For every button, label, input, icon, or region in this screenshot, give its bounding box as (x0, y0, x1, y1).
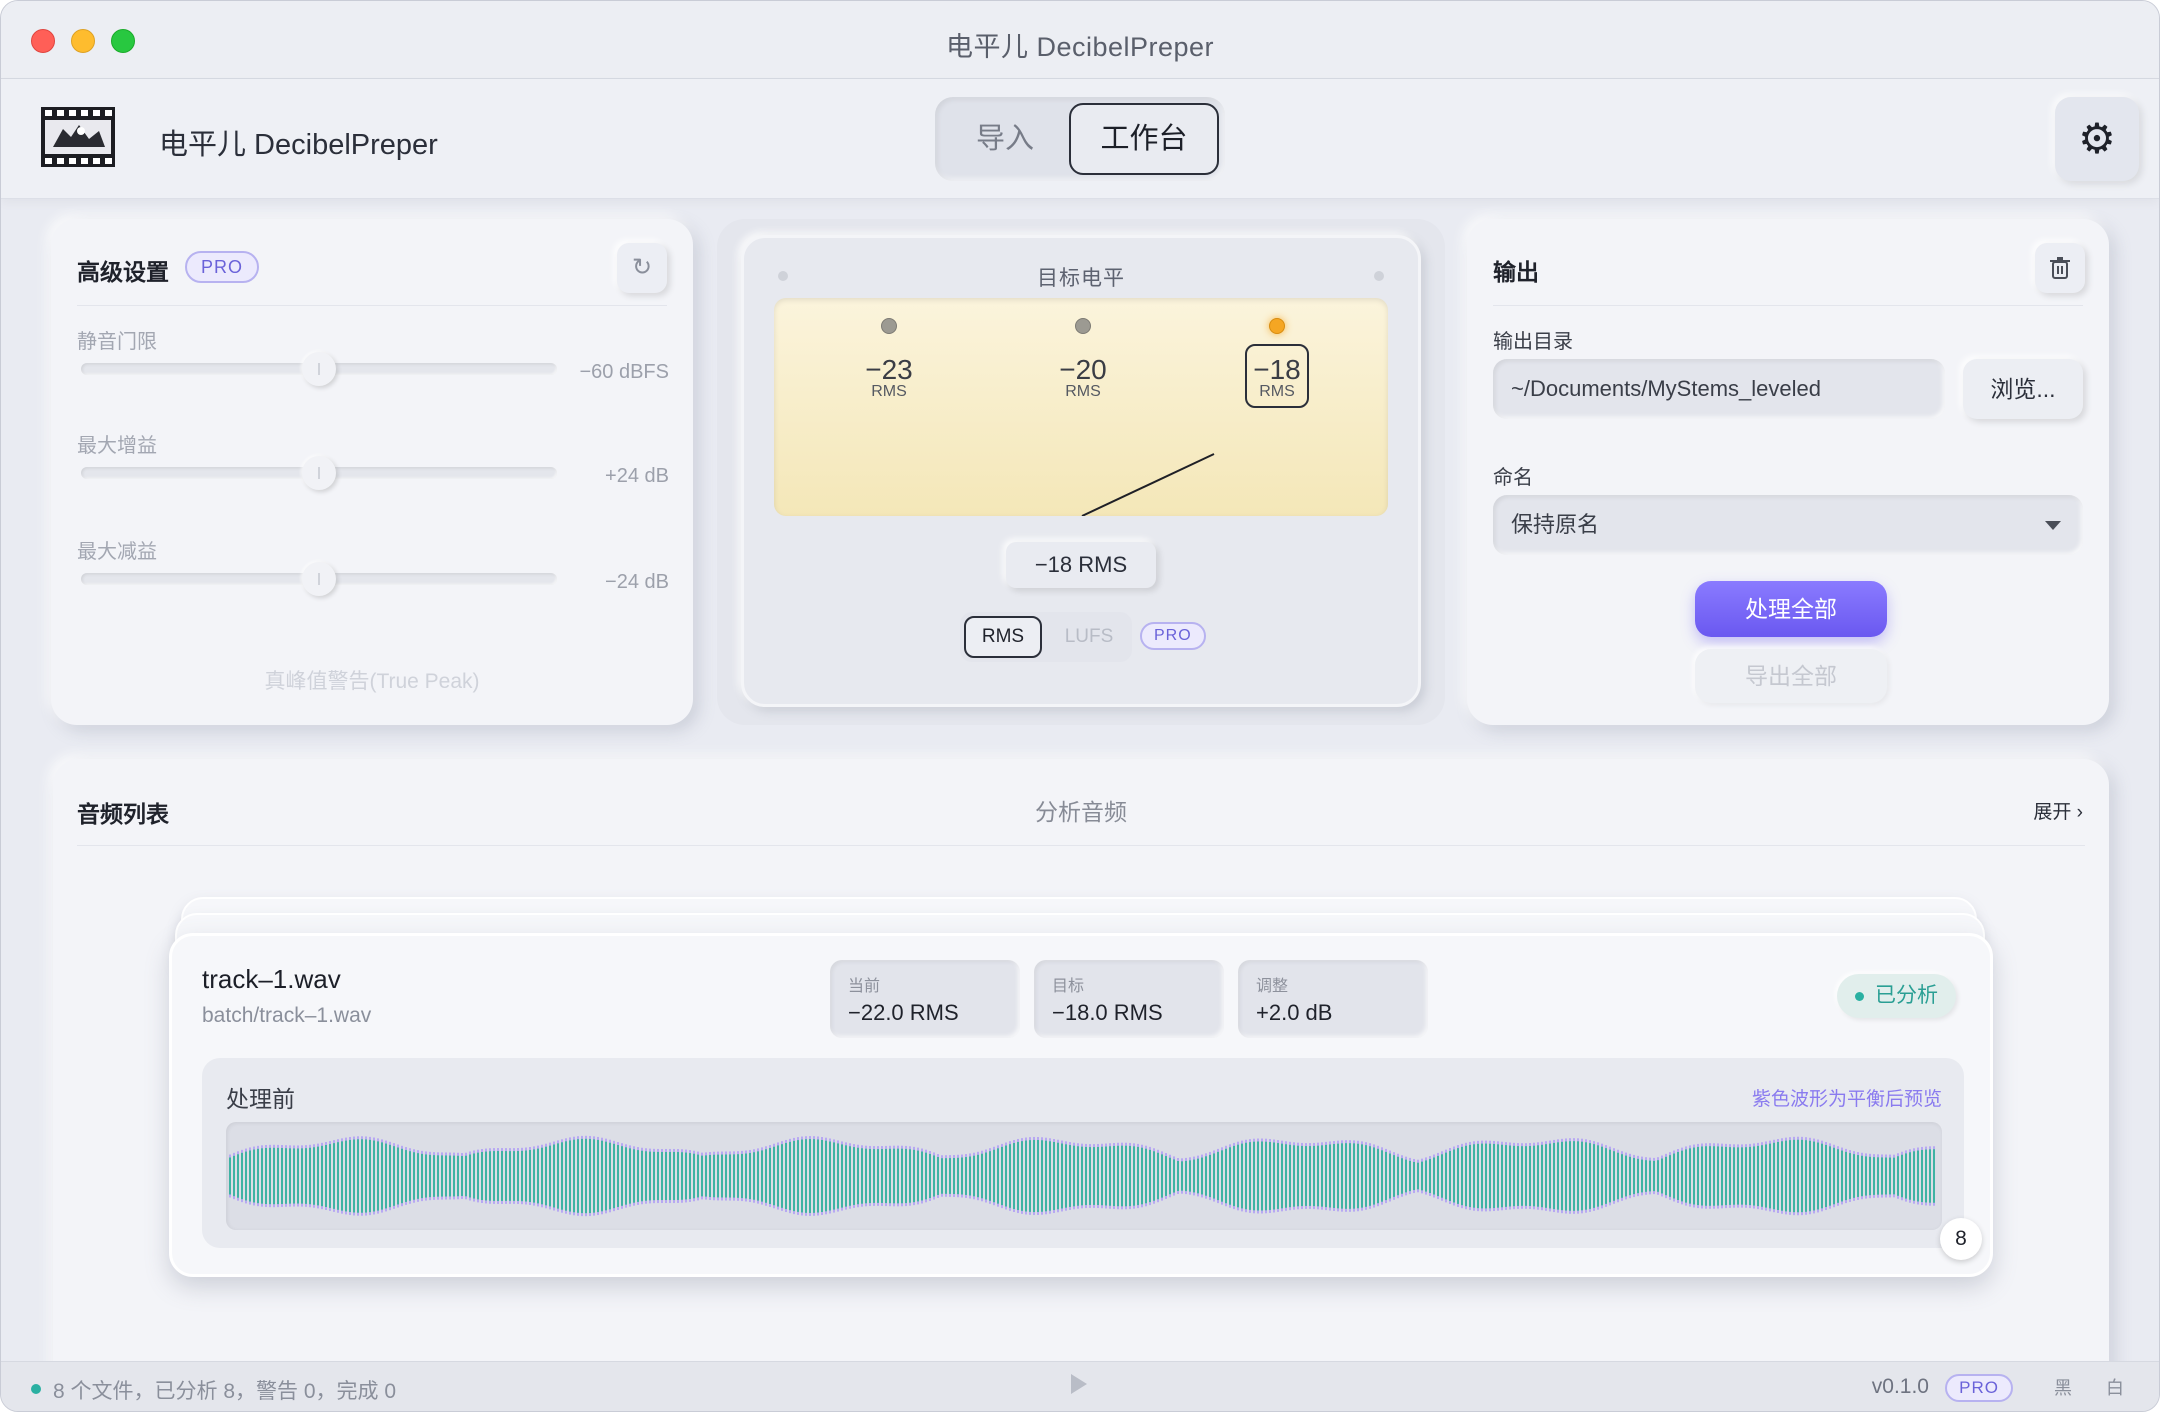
mode-rms-button[interactable]: RMS (964, 616, 1042, 658)
status-dot (1855, 992, 1864, 1001)
advanced-settings-panel: 高级设置 PRO ↻ 静音门限 −60 dBFS 最大增益 +24 dB 最大减… (51, 219, 693, 725)
app-header: 电平儿 DecibelPreper 导入 工作台 ⚙ (1, 79, 2159, 199)
max-cut-value: −24 dB (605, 571, 669, 593)
adjustment-stat: 调整 +2.0 dB (1238, 960, 1428, 1038)
window-title: 电平儿 DecibelPreper (945, 32, 1215, 62)
output-title: 输出 (1493, 259, 1539, 285)
divider (77, 305, 667, 306)
silence-threshold-value: −60 dBFS (579, 361, 669, 383)
view-tabs: 导入 工作台 (935, 97, 1225, 181)
divider (1493, 305, 2083, 306)
waveform[interactable] (226, 1122, 1942, 1230)
expand-link[interactable]: 展开 › (2033, 797, 2083, 824)
waveform-panel: 处理前 紫色波形为平衡后预览 (202, 1058, 1964, 1248)
waveform-title: 处理前 (226, 1086, 295, 1112)
silence-threshold-slider[interactable] (81, 352, 557, 386)
play-icon[interactable] (1071, 1374, 1087, 1394)
max-gain-slider[interactable] (81, 456, 557, 490)
mode-lufs-button[interactable]: LUFS (1050, 616, 1128, 658)
theme-dark-button[interactable]: 黑 (2043, 1372, 2083, 1404)
waveform-note: 紫色波形为平衡后预览 (1751, 1089, 1942, 1110)
pro-badge: PRO (1945, 1374, 2013, 1402)
status-badge: 已分析 (1837, 974, 1956, 1018)
vu-meter: 目标电平 −23 RMS −20 RMS −18 RMS −18 RMS RMS… (741, 235, 1421, 707)
track-path: batch/track–1.wav (202, 1004, 372, 1027)
clear-button[interactable] (2035, 243, 2085, 293)
tab-import[interactable]: 导入 (943, 103, 1067, 175)
meter-needle (1081, 453, 1215, 516)
file-count-badge: 8 (1940, 1218, 1982, 1260)
target-readout: −18 RMS (1006, 542, 1156, 588)
reset-icon: ↻ (631, 254, 653, 281)
status-bar: 8 个文件，已分析 8，警告 0，完成 0 v0.1.0 PRO 黑 白 (1, 1361, 2159, 1411)
slider-thumb[interactable] (302, 456, 336, 490)
target-level-title: 目标电平 (1037, 267, 1125, 290)
settings-button[interactable]: ⚙ (2055, 97, 2139, 181)
stat-value: −18.0 RMS (1052, 1000, 1163, 1025)
status-dot (31, 1384, 41, 1394)
process-all-button[interactable]: 处理全部 (1695, 581, 1887, 637)
stat-label: 调整 (1256, 978, 1289, 995)
gear-icon: ⚙ (2078, 115, 2116, 162)
measure-mode-toggle: RMS LUFS (960, 612, 1132, 662)
stat-label: 目标 (1052, 978, 1085, 995)
analyze-audio-label: 分析音频 (1035, 799, 1127, 825)
reset-button[interactable]: ↻ (617, 243, 667, 293)
slider-thumb[interactable] (302, 562, 336, 596)
film-logo-icon (41, 107, 115, 167)
stat-label: 当前 (848, 978, 881, 995)
title-bar: 电平儿 DecibelPreper (1, 1, 2159, 79)
browse-button[interactable]: 浏览... (1963, 359, 2083, 419)
current-level-stat: 当前 −22.0 RMS (830, 960, 1020, 1038)
divider (77, 845, 2085, 846)
meter-face: −23 RMS −20 RMS −18 RMS (774, 298, 1388, 516)
target-level-stat: 目标 −18.0 RMS (1034, 960, 1224, 1038)
silence-threshold-label: 静音门限 (77, 331, 157, 353)
naming-label: 命名 (1493, 467, 1533, 489)
output-dir-field[interactable]: ~/Documents/MyStems_leveled (1493, 359, 1945, 419)
track-card[interactable]: track–1.wav batch/track–1.wav 当前 −22.0 R… (169, 933, 1993, 1277)
export-all-button[interactable]: 导出全部 (1695, 649, 1887, 703)
max-gain-label: 最大增益 (77, 435, 157, 457)
output-panel: 输出 输出目录 ~/Documents/MyStems_leveled 浏览..… (1467, 219, 2109, 725)
stat-value: +2.0 dB (1256, 1000, 1333, 1025)
waveform-graphic (229, 1135, 1935, 1217)
theme-light-button[interactable]: 白 (2095, 1372, 2135, 1404)
chevron-down-icon (2045, 521, 2061, 530)
target-level-panel: 目标电平 −23 RMS −20 RMS −18 RMS −18 RMS RMS… (717, 219, 1445, 725)
naming-selected-value: 保持原名 (1511, 512, 1600, 537)
max-cut-slider[interactable] (81, 562, 557, 596)
app-window: 电平儿 DecibelPreper 电平儿 DecibelPreper 导入 工… (0, 0, 2160, 1412)
pro-badge: PRO (1140, 622, 1206, 650)
naming-select[interactable]: 保持原名 (1493, 495, 2083, 555)
tab-workbench[interactable]: 工作台 (1069, 103, 1219, 175)
status-summary: 8 个文件，已分析 8，警告 0，完成 0 (53, 1380, 397, 1403)
slider-thumb[interactable] (302, 352, 336, 386)
max-cut-label: 最大减益 (77, 541, 157, 563)
status-text: 已分析 (1875, 984, 1938, 1007)
track-name: track–1.wav (202, 964, 341, 994)
pro-badge: PRO (185, 251, 260, 283)
stat-value: −22.0 RMS (848, 1000, 959, 1025)
version-label: v0.1.0 (1871, 1375, 1929, 1398)
trash-icon (2050, 257, 2070, 279)
max-gain-value: +24 dB (605, 465, 669, 487)
advanced-settings-title: 高级设置 (77, 259, 169, 285)
app-name: 电平儿 DecibelPreper (159, 129, 438, 161)
true-peak-toggle[interactable]: 真峰值警告(True Peak) (51, 665, 693, 695)
output-dir-label: 输出目录 (1493, 331, 1573, 353)
